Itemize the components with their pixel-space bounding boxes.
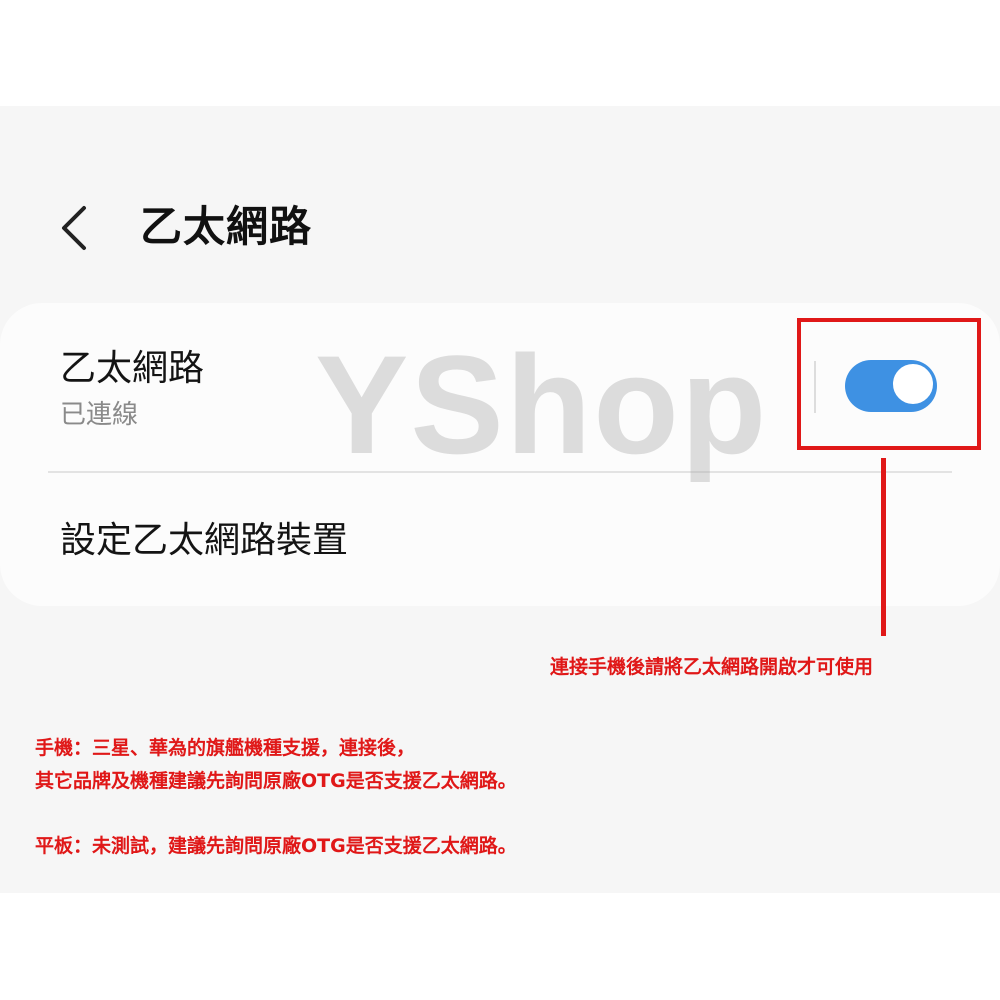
setup-ethernet-device-label: 設定乙太網路裝置 [60,520,349,561]
watermark: YShop [315,326,769,483]
chevron-left-icon [62,206,86,250]
header: 乙太網路 [0,106,1000,306]
toggle-note: 連接手機後請將乙太網路開啟才可使用 [550,656,874,678]
ethernet-label: 乙太網路 [60,348,205,389]
ethernet-status: 已連線 [60,400,139,430]
phone-note-line1: 手機：三星、華為的旗艦機種支援，連接後， [35,737,416,759]
setup-ethernet-device-row[interactable]: 設定乙太網路裝置 [0,473,1000,606]
back-button[interactable] [50,198,100,258]
page-title: 乙太網路 [140,202,313,251]
toggle-highlight-box [797,318,981,450]
tablet-note: 平板：未測試，建議先詢問原廠OTG是否支援乙太網路。 [35,835,517,857]
callout-line [881,458,886,636]
phone-note-line2: 其它品牌及機種建議先詢問原廠OTG是否支援乙太網路。 [35,770,517,792]
